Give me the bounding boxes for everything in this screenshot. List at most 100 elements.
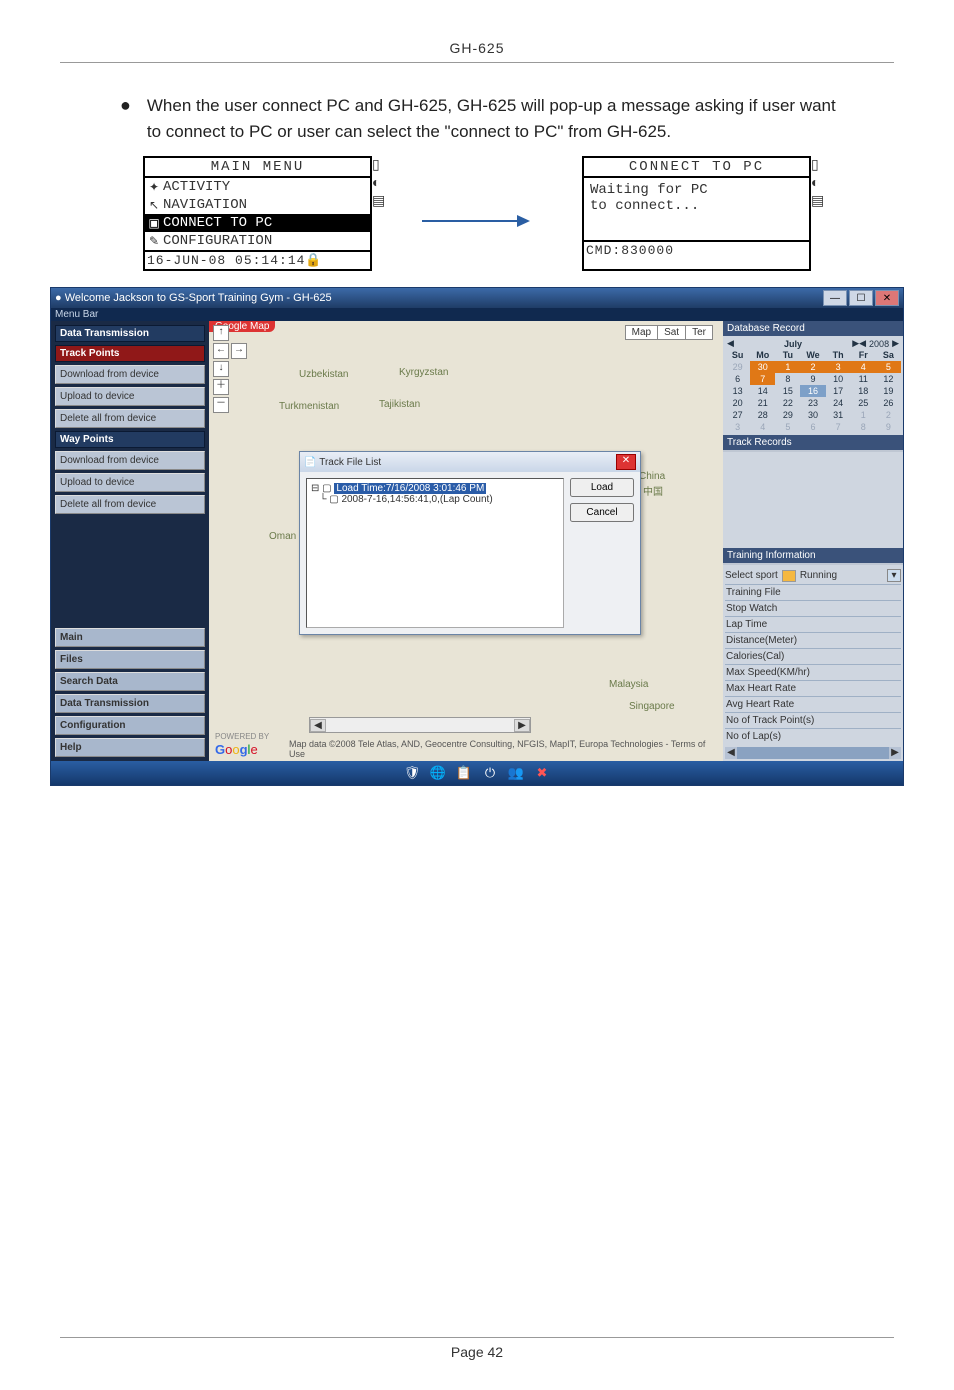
map-type-ter[interactable]: Ter (685, 325, 713, 340)
menubar[interactable]: Menu Bar (51, 308, 903, 321)
section-data-transmission[interactable]: Data Transmission (55, 325, 205, 342)
calendar-day[interactable]: 3 (826, 361, 851, 373)
nav-data-transmission[interactable]: Data Transmission (55, 694, 205, 713)
scroll-right-button[interactable]: ▶ (889, 747, 901, 758)
calendar-day[interactable]: 27 (725, 409, 750, 421)
btn-delete-tracks[interactable]: Delete all from device (55, 409, 205, 428)
calendar-day[interactable]: 29 (725, 361, 750, 373)
calendar-day[interactable]: 13 (725, 385, 750, 397)
calendar-day[interactable]: 12 (876, 373, 901, 385)
calendar-day[interactable]: 6 (800, 421, 825, 433)
btn-upload-waypoints[interactable]: Upload to device (55, 473, 205, 492)
calendar-day[interactable]: 4 (750, 421, 775, 433)
btn-download-waypoints[interactable]: Download from device (55, 451, 205, 470)
calendar-day[interactable]: 20 (725, 397, 750, 409)
calendar-day[interactable]: 26 (876, 397, 901, 409)
scroll-left-button[interactable]: ◀ (725, 747, 737, 758)
calendar-day[interactable]: 24 (826, 397, 851, 409)
pan-down-button[interactable]: ↓ (213, 361, 229, 377)
calendar-day[interactable]: 2 (800, 361, 825, 373)
taskbar-icon[interactable]: 🌐 (430, 765, 446, 781)
calendar-day[interactable]: 5 (775, 421, 800, 433)
zoom-in-button[interactable]: ＋ (213, 379, 229, 395)
map-area[interactable]: Google Map ↑ ← → ↓ ＋ － Map Sat Ter Uzbek… (209, 321, 723, 761)
menu-item-configuration[interactable]: ✎ CONFIGURATION (145, 232, 370, 250)
taskbar-icon[interactable]: 📋 (456, 765, 472, 781)
close-button[interactable]: ✕ (875, 290, 899, 306)
calendar-day[interactable]: 22 (775, 397, 800, 409)
taskbar-icon[interactable]: 🛡 (404, 765, 420, 781)
load-button[interactable]: Load (570, 478, 634, 497)
zoom-out-button[interactable]: － (213, 397, 229, 413)
calendar-day[interactable]: 25 (851, 397, 876, 409)
pan-right-button[interactable]: → (231, 343, 247, 359)
nav-search[interactable]: Search Data (55, 672, 205, 691)
minimize-button[interactable]: — (823, 290, 847, 306)
scroll-right-button[interactable]: ▶ (514, 719, 530, 732)
calendar-day[interactable]: 8 (775, 373, 800, 385)
calendar-day[interactable]: 16 (800, 385, 825, 397)
calendar-day[interactable]: 9 (876, 421, 901, 433)
btn-upload-tracks[interactable]: Upload to device (55, 387, 205, 406)
pan-left-button[interactable]: ← (213, 343, 229, 359)
calendar-day[interactable]: 1 (851, 409, 876, 421)
menu-item-navigation[interactable]: ↖ NAVIGATION (145, 196, 370, 214)
calendar-day[interactable]: 5 (876, 361, 901, 373)
month-next-button[interactable]: ▶ (852, 338, 859, 349)
pan-up-button[interactable]: ↑ (213, 325, 229, 341)
dialog-close-button[interactable]: ✕ (616, 454, 636, 470)
year-next-button[interactable]: ▶ (892, 338, 899, 349)
info-horizontal-scroll[interactable]: ◀ ▶ (725, 747, 901, 759)
calendar-day[interactable]: 3 (725, 421, 750, 433)
map-label: Oman (269, 531, 296, 542)
nav-main[interactable]: Main (55, 628, 205, 647)
calendar-day[interactable]: 8 (851, 421, 876, 433)
calendar-day[interactable]: 21 (750, 397, 775, 409)
btn-download-tracks[interactable]: Download from device (55, 365, 205, 384)
calendar-day[interactable]: 28 (750, 409, 775, 421)
calendar-day[interactable]: 2 (876, 409, 901, 421)
calendar-day[interactable]: 7 (826, 421, 851, 433)
month-prev-button[interactable]: ◀ (727, 338, 734, 349)
menu-item-connect-pc[interactable]: ▣ CONNECT TO PC (145, 214, 370, 232)
cancel-button[interactable]: Cancel (570, 503, 634, 522)
calendar[interactable]: ◀ July ▶ ◀ 2008 ▶ SuMoTuWeThFrSa29301234… (723, 336, 903, 435)
nav-files[interactable]: Files (55, 650, 205, 669)
file-tree[interactable]: ⊟ ▢ Load Time:7/16/2008 3:01:46 PM └ ▢ 2… (306, 478, 564, 628)
maximize-button[interactable]: ☐ (849, 290, 873, 306)
calendar-day[interactable]: 11 (851, 373, 876, 385)
calendar-day[interactable]: 29 (775, 409, 800, 421)
section-track-points[interactable]: Track Points (55, 345, 205, 362)
taskbar-close-icon[interactable]: ✖ (534, 765, 550, 781)
tree-node-loadtime[interactable]: Load Time:7/16/2008 3:01:46 PM (334, 483, 486, 494)
calendar-day[interactable]: 17 (826, 385, 851, 397)
calendar-day[interactable]: 31 (826, 409, 851, 421)
section-way-points[interactable]: Way Points (55, 431, 205, 448)
year-prev-button[interactable]: ◀ (859, 338, 866, 349)
calendar-day[interactable]: 6 (725, 373, 750, 385)
sport-dropdown-button[interactable]: ▾ (887, 569, 901, 582)
nav-configuration[interactable]: Configuration (55, 716, 205, 735)
calendar-day[interactable]: 19 (876, 385, 901, 397)
scroll-left-button[interactable]: ◀ (310, 719, 326, 732)
calendar-day[interactable]: 14 (750, 385, 775, 397)
calendar-day[interactable]: 30 (800, 409, 825, 421)
calendar-day[interactable]: 1 (775, 361, 800, 373)
taskbar-icon[interactable]: 👥 (508, 765, 524, 781)
btn-delete-waypoints[interactable]: Delete all from device (55, 495, 205, 514)
tree-node-track[interactable]: 2008-7-16,14:56:41,0,(Lap Count) (341, 494, 492, 505)
calendar-day[interactable]: 18 (851, 385, 876, 397)
calendar-day[interactable]: 30 (750, 361, 775, 373)
calendar-day[interactable]: 15 (775, 385, 800, 397)
menu-item-activity[interactable]: ✦ ACTIVITY (145, 178, 370, 196)
map-type-map[interactable]: Map (625, 325, 658, 340)
nav-help[interactable]: Help (55, 738, 205, 757)
calendar-day[interactable]: 7 (750, 373, 775, 385)
taskbar-icon[interactable]: ⏻ (482, 765, 498, 781)
map-horizontal-scroll[interactable]: ◀ ▶ (309, 717, 531, 733)
calendar-day[interactable]: 4 (851, 361, 876, 373)
calendar-day[interactable]: 9 (800, 373, 825, 385)
calendar-day[interactable]: 10 (826, 373, 851, 385)
calendar-day[interactable]: 23 (800, 397, 825, 409)
map-type-sat[interactable]: Sat (657, 325, 686, 340)
